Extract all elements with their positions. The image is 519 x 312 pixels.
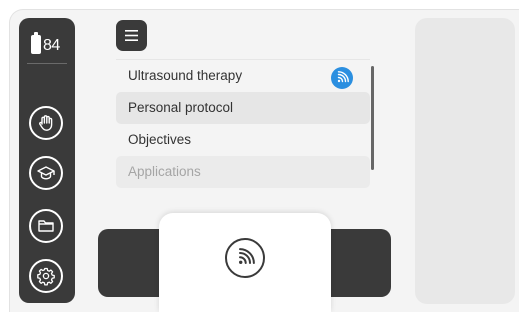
bottom-action-card xyxy=(159,213,331,312)
menu-item-label: Objectives xyxy=(128,132,192,147)
menu-scrollbar[interactable] xyxy=(371,66,374,170)
menu-list: Ultrasound therapy Personal protocol Obj… xyxy=(116,59,370,188)
gear-icon xyxy=(37,267,55,286)
ultrasound-wave-icon xyxy=(337,71,349,83)
menu-item-personal-protocol[interactable]: Personal protocol xyxy=(116,92,370,124)
menu-item-ultrasound-therapy[interactable]: Ultrasound therapy xyxy=(116,60,370,92)
ultrasound-wave-icon xyxy=(239,247,255,264)
hand-button[interactable] xyxy=(29,106,63,140)
sidebar: 84 xyxy=(19,18,75,303)
sidebar-divider xyxy=(27,63,67,64)
education-button[interactable] xyxy=(29,156,63,190)
menu-item-objectives[interactable]: Objectives xyxy=(116,124,370,156)
menu-item-label: Applications xyxy=(128,164,201,179)
ultrasound-start-button[interactable] xyxy=(225,237,265,278)
battery-icon xyxy=(31,32,41,54)
ultrasound-badge xyxy=(331,67,353,89)
battery-indicator: 84 xyxy=(31,32,60,54)
menu-button[interactable] xyxy=(116,20,147,51)
folder-icon xyxy=(38,220,54,232)
hamburger-icon xyxy=(125,30,138,41)
menu-item-applications[interactable]: Applications xyxy=(116,156,370,188)
settings-button[interactable] xyxy=(29,259,63,293)
graduation-cap-icon xyxy=(37,166,55,180)
menu-item-label: Personal protocol xyxy=(128,100,234,115)
hand-icon xyxy=(39,115,53,131)
folder-button[interactable] xyxy=(29,209,63,243)
menu-item-label: Ultrasound therapy xyxy=(128,68,243,83)
right-panel xyxy=(415,18,515,304)
battery-level: 84 xyxy=(43,37,60,54)
